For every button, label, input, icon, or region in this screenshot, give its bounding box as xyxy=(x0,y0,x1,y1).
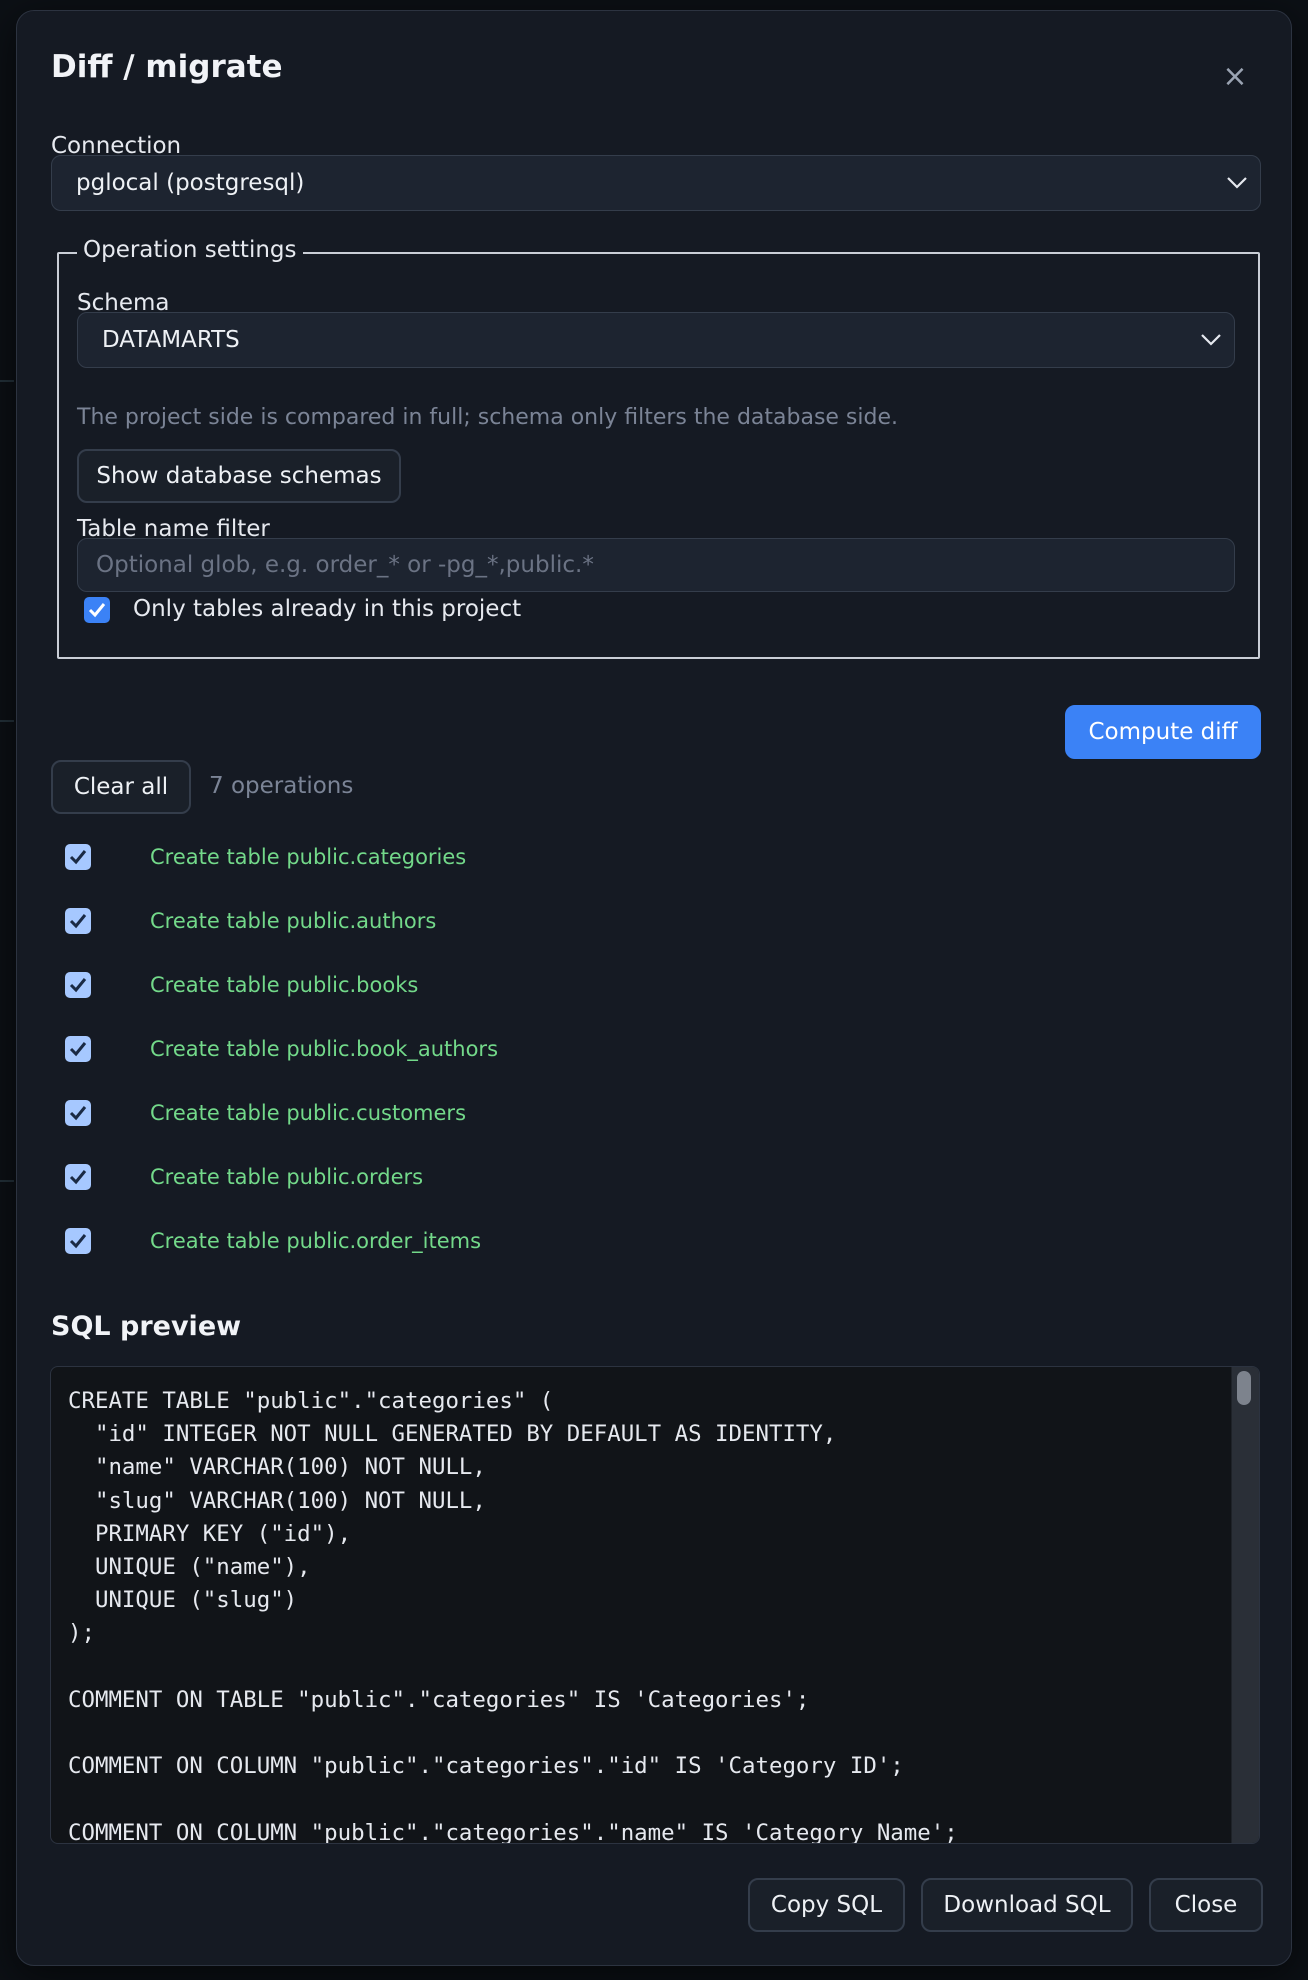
copy-sql-button[interactable]: Copy SQL xyxy=(748,1878,905,1932)
check-icon xyxy=(69,978,87,993)
operation-checkbox[interactable] xyxy=(65,844,91,870)
sql-preview-text: CREATE TABLE "public"."categories" ( "id… xyxy=(68,1388,958,1844)
check-icon xyxy=(69,1042,87,1057)
dialog-title: Diff / migrate xyxy=(51,49,283,85)
operation-checkbox[interactable] xyxy=(65,1036,91,1062)
operation-settings-legend: Operation settings xyxy=(77,237,303,263)
clear-all-button[interactable]: Clear all xyxy=(51,760,191,814)
connection-select[interactable]: pglocal (postgresql) xyxy=(51,155,1261,211)
operation-label: Create table public.categories xyxy=(150,845,467,869)
table-name-filter-input[interactable]: Optional glob, e.g. order_* or -pg_*,pub… xyxy=(77,538,1235,592)
operation-label: Create table public.orders xyxy=(150,1165,424,1189)
backdrop-decor xyxy=(0,380,14,382)
compute-diff-button[interactable]: Compute diff xyxy=(1065,705,1261,759)
backdrop-decor xyxy=(0,1180,14,1182)
schema-hint: The project side is compared in full; sc… xyxy=(77,405,899,430)
check-icon xyxy=(88,603,106,618)
operation-checkbox[interactable] xyxy=(65,1164,91,1190)
sql-preview-title: SQL preview xyxy=(51,1311,242,1342)
close-icon[interactable]: × xyxy=(1219,61,1251,93)
only-project-tables-label: Only tables already in this project xyxy=(133,596,522,622)
close-button[interactable]: Close xyxy=(1149,1878,1263,1932)
download-sql-button[interactable]: Download SQL xyxy=(921,1878,1133,1932)
operation-label: Create table public.order_items xyxy=(150,1229,482,1253)
check-icon xyxy=(69,1106,87,1121)
operation-label: Create table public.books xyxy=(150,973,419,997)
operation-checkbox[interactable] xyxy=(65,1100,91,1126)
sql-scrollbar-thumb[interactable] xyxy=(1237,1371,1251,1405)
connection-value: pglocal (postgresql) xyxy=(76,170,305,196)
table-name-filter-placeholder: Optional glob, e.g. order_* or -pg_*,pub… xyxy=(96,552,594,578)
check-icon xyxy=(69,1170,87,1185)
schema-value: DATAMARTS xyxy=(102,327,240,353)
sql-preview-box[interactable]: CREATE TABLE "public"."categories" ( "id… xyxy=(50,1366,1260,1844)
backdrop-decor xyxy=(0,720,14,722)
check-icon xyxy=(69,914,87,929)
show-database-schemas-button[interactable]: Show database schemas xyxy=(77,449,401,503)
operation-label: Create table public.book_authors xyxy=(150,1037,499,1061)
sql-scrollbar[interactable] xyxy=(1231,1367,1259,1843)
chevron-down-icon xyxy=(1201,334,1221,346)
operation-label: Create table public.customers xyxy=(150,1101,467,1125)
operation-label: Create table public.authors xyxy=(150,909,437,933)
operation-checkbox[interactable] xyxy=(65,972,91,998)
check-icon xyxy=(69,850,87,865)
schema-select[interactable]: DATAMARTS xyxy=(77,312,1235,368)
chevron-down-icon xyxy=(1227,177,1247,189)
operation-checkbox[interactable] xyxy=(65,908,91,934)
only-project-tables-checkbox[interactable] xyxy=(84,597,110,623)
check-icon xyxy=(69,1234,87,1249)
operation-count: 7 operations xyxy=(209,773,354,799)
operation-checkbox[interactable] xyxy=(65,1228,91,1254)
